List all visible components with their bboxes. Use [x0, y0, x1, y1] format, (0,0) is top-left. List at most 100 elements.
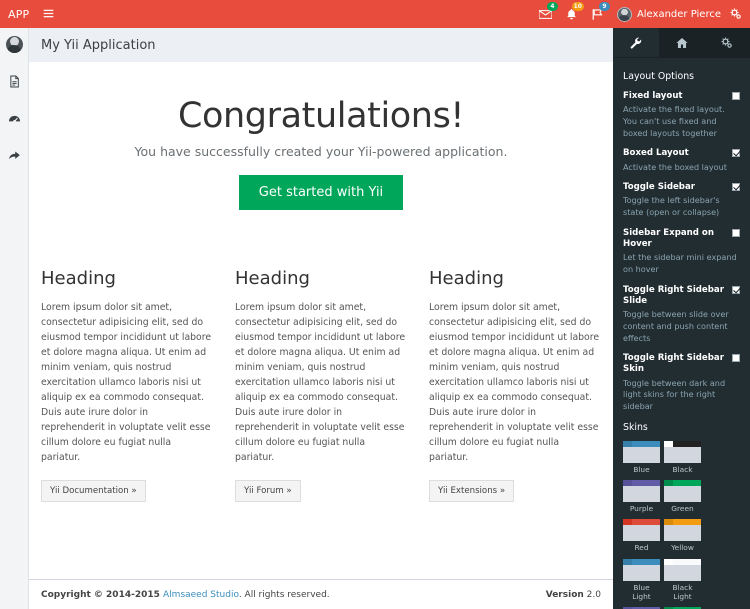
option-label: Toggle Sidebar — [623, 182, 695, 193]
tab-settings[interactable] — [613, 28, 659, 58]
skin-option[interactable]: Black — [664, 441, 701, 474]
skin-name: Black — [664, 465, 701, 474]
control-sidebar-toggle-icon[interactable] — [728, 8, 750, 20]
top-navbar: APP 4 10 9 Alexander Pierce — [0, 0, 750, 28]
option-description: Toggle the left sidebar's state (open or… — [623, 195, 740, 218]
gears-icon — [721, 37, 733, 49]
control-sidebar: Layout Options Fixed layout Activate the… — [613, 28, 750, 609]
skin-swatch-header — [623, 559, 660, 565]
tab-tools[interactable] — [704, 28, 750, 58]
dashboard-gauge-icon — [8, 112, 21, 125]
column-body: Lorem ipsum dolor sit amet, consectetur … — [41, 300, 213, 466]
layout-option: Fixed layout Activate the fixed layout. … — [623, 91, 740, 139]
skin-option[interactable]: Purple — [623, 480, 660, 513]
column-body: Lorem ipsum dolor sit amet, consectetur … — [235, 300, 407, 466]
layout-option: Toggle Right Sidebar Skin Toggle between… — [623, 353, 740, 413]
sidebar-item-profile[interactable] — [3, 34, 25, 54]
option-description: Activate the fixed layout. You can't use… — [623, 104, 740, 139]
version-label: Version — [546, 590, 584, 600]
app-root: APP 4 10 9 Alexander Pierce — [0, 0, 750, 609]
user-name: Alexander Pierce — [637, 9, 721, 20]
skin-option[interactable]: Green — [664, 480, 701, 513]
tasks-menu[interactable]: 9 — [585, 0, 611, 28]
skin-name: Green — [664, 504, 701, 513]
skin-swatch-header — [664, 559, 701, 565]
version-info: Version 2.0 — [546, 590, 601, 600]
column-body: Lorem ipsum dolor sit amet, consectetur … — [429, 300, 601, 466]
skin-name: Purple — [623, 504, 660, 513]
skin-swatch-header — [623, 519, 660, 525]
skin-name: Yellow — [664, 543, 701, 552]
home-icon — [676, 37, 688, 49]
layout-option: Boxed Layout Activate the boxed layout — [623, 148, 740, 173]
skins-title: Skins — [623, 422, 740, 433]
skin-swatch — [664, 519, 701, 541]
tab-home[interactable] — [659, 28, 705, 58]
yii-documentation-button[interactable]: Yii Documentation » — [41, 480, 146, 502]
wrench-icon — [630, 37, 642, 49]
option-description: Toggle between slide over content and pu… — [623, 309, 740, 344]
column-heading: Heading — [41, 268, 213, 289]
sidebar-item-share[interactable] — [3, 145, 25, 165]
option-label: Toggle Right Sidebar Slide — [623, 285, 732, 307]
notifications-menu[interactable]: 10 — [559, 0, 585, 28]
file-text-icon — [8, 75, 21, 88]
skin-swatch — [664, 559, 701, 581]
skin-option[interactable]: Blue Light — [623, 559, 660, 602]
skin-swatch — [664, 480, 701, 502]
right-sidebar-skin-checkbox[interactable] — [732, 354, 740, 362]
skin-option[interactable]: Black Light — [664, 559, 701, 602]
jumbotron: Congratulations! You have successfully c… — [29, 62, 613, 210]
almsaeed-studio-link[interactable]: Almsaeed Studio — [163, 590, 239, 600]
notifications-badge: 10 — [572, 2, 584, 11]
jumbotron-heading: Congratulations! — [41, 98, 601, 135]
user-avatar-icon — [6, 36, 23, 53]
column-heading: Heading — [235, 268, 407, 289]
tasks-badge: 9 — [599, 2, 610, 11]
navbar-right-menu: 4 10 9 Alexander Pierce — [533, 0, 750, 28]
sidebar-item-documents[interactable] — [3, 71, 25, 91]
content-body: Congratulations! You have successfully c… — [29, 62, 613, 579]
toggle-sidebar-checkbox[interactable] — [732, 183, 740, 191]
messages-badge: 4 — [547, 2, 558, 11]
option-label: Boxed Layout — [623, 148, 689, 159]
share-arrow-icon — [8, 149, 21, 162]
layout-option: Toggle Right Sidebar Slide Toggle betwee… — [623, 285, 740, 345]
jumbotron-lead: You have successfully created your Yii-p… — [41, 144, 601, 159]
layout-option: Sidebar Expand on Hover Let the sidebar … — [623, 228, 740, 276]
option-label: Toggle Right Sidebar Skin — [623, 353, 732, 375]
get-started-button[interactable]: Get started with Yii — [239, 175, 403, 210]
copyright-text: Copyright © 2014-2015 Almsaeed Studio. A… — [41, 590, 330, 600]
option-description: Activate the boxed layout — [623, 162, 740, 174]
sidebar-item-dashboard[interactable] — [3, 108, 25, 128]
control-sidebar-body: Layout Options Fixed layout Activate the… — [613, 58, 750, 609]
column-heading: Heading — [429, 268, 601, 289]
option-label: Sidebar Expand on Hover — [623, 228, 732, 250]
app-brand[interactable]: APP — [0, 8, 37, 21]
skin-name: Black Light — [664, 583, 701, 602]
control-sidebar-tabs — [613, 28, 750, 58]
yii-extensions-button[interactable]: Yii Extensions » — [429, 480, 514, 502]
skin-option[interactable]: Yellow — [664, 519, 701, 552]
sidebar-expand-hover-checkbox[interactable] — [732, 229, 740, 237]
feature-column: Heading Lorem ipsum dolor sit amet, cons… — [235, 268, 429, 503]
messages-menu[interactable]: 4 — [533, 0, 559, 28]
feature-column: Heading Lorem ipsum dolor sit amet, cons… — [429, 268, 601, 503]
skin-option[interactable]: Red — [623, 519, 660, 552]
skin-swatch-header — [623, 480, 660, 486]
boxed-layout-checkbox[interactable] — [732, 149, 740, 157]
version-value: 2.0 — [587, 590, 601, 600]
yii-forum-button[interactable]: Yii Forum » — [235, 480, 301, 502]
page-title: My Yii Application — [41, 38, 156, 53]
skin-swatch — [664, 441, 701, 463]
skin-option[interactable]: Blue — [623, 441, 660, 474]
user-menu[interactable]: Alexander Pierce — [611, 0, 728, 28]
page-footer: Copyright © 2014-2015 Almsaeed Studio. A… — [29, 579, 613, 609]
skin-swatch-header — [664, 441, 701, 447]
fixed-layout-checkbox[interactable] — [732, 92, 740, 100]
right-sidebar-slide-checkbox[interactable] — [732, 286, 740, 294]
feature-column: Heading Lorem ipsum dolor sit amet, cons… — [41, 268, 235, 503]
layout-options-title: Layout Options — [623, 71, 740, 82]
sidebar-toggle-icon[interactable] — [37, 8, 60, 21]
feature-columns: Heading Lorem ipsum dolor sit amet, cons… — [29, 210, 613, 503]
